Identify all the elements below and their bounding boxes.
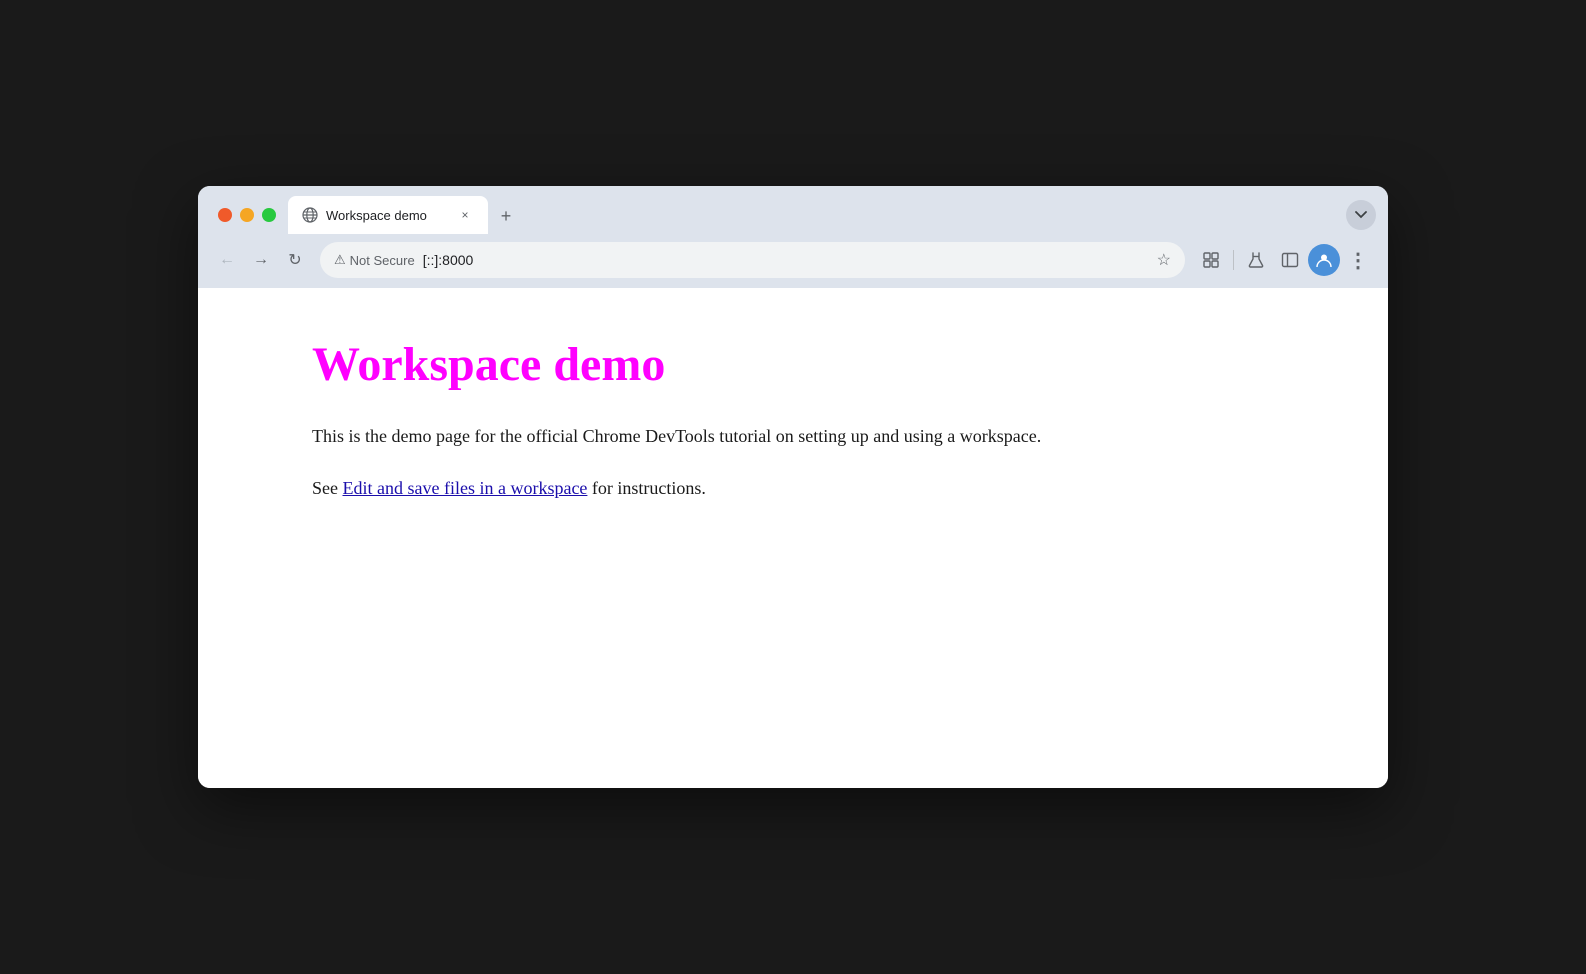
tab-row-right xyxy=(1346,200,1376,234)
labs-button[interactable] xyxy=(1240,244,1272,276)
url-text: [::]:8000 xyxy=(423,252,1149,268)
avatar-icon xyxy=(1315,251,1333,269)
more-options-button[interactable]: ⋮ xyxy=(1342,244,1374,276)
page-content: Workspace demo This is the demo page for… xyxy=(198,288,1388,788)
reload-button[interactable]: ↻ xyxy=(280,245,310,275)
tab-title: Workspace demo xyxy=(326,208,448,223)
globe-icon xyxy=(302,207,318,223)
minimize-traffic-light[interactable] xyxy=(240,208,254,222)
page-heading: Workspace demo xyxy=(312,336,1388,394)
extensions-icon xyxy=(1201,250,1221,270)
title-bar: Workspace demo × + ← → xyxy=(198,186,1388,288)
extensions-button[interactable] xyxy=(1195,244,1227,276)
workspace-link[interactable]: Edit and save files in a workspace xyxy=(343,478,588,498)
tab-dropdown-button[interactable] xyxy=(1346,200,1376,230)
bookmark-star-button[interactable]: ☆ xyxy=(1157,250,1171,270)
kebab-menu-icon: ⋮ xyxy=(1348,248,1368,273)
tab-row: Workspace demo × + xyxy=(198,186,1388,234)
warning-icon: ⚠ xyxy=(334,252,346,268)
traffic-lights xyxy=(210,202,284,234)
toolbar-buttons: ⋮ xyxy=(1195,244,1374,276)
not-secure-label: Not Secure xyxy=(350,253,415,268)
forward-button[interactable]: → xyxy=(246,245,276,275)
new-tab-button[interactable]: + xyxy=(492,202,520,230)
browser-window: Workspace demo × + ← → xyxy=(198,186,1388,788)
tab-close-button[interactable]: × xyxy=(456,206,474,224)
active-tab[interactable]: Workspace demo × xyxy=(288,196,488,234)
paragraph2-prefix: See xyxy=(312,478,343,498)
not-secure-badge: ⚠ Not Secure xyxy=(334,252,415,268)
maximize-traffic-light[interactable] xyxy=(262,208,276,222)
toolbar-divider xyxy=(1233,250,1234,270)
page-paragraph-1: This is the demo page for the official C… xyxy=(312,422,1388,451)
close-traffic-light[interactable] xyxy=(218,208,232,222)
back-button[interactable]: ← xyxy=(212,245,242,275)
sidebar-button[interactable] xyxy=(1274,244,1306,276)
sidebar-icon xyxy=(1280,250,1300,270)
page-paragraph-2: See Edit and save files in a workspace f… xyxy=(312,474,1388,503)
paragraph2-suffix: for instructions. xyxy=(587,478,706,498)
address-row: ← → ↻ ⚠ Not Secure [::]:8000 ☆ xyxy=(198,234,1388,288)
labs-icon xyxy=(1246,250,1266,270)
profile-avatar-button[interactable] xyxy=(1308,244,1340,276)
address-bar[interactable]: ⚠ Not Secure [::]:8000 ☆ xyxy=(320,242,1185,278)
chevron-down-icon xyxy=(1355,211,1367,219)
